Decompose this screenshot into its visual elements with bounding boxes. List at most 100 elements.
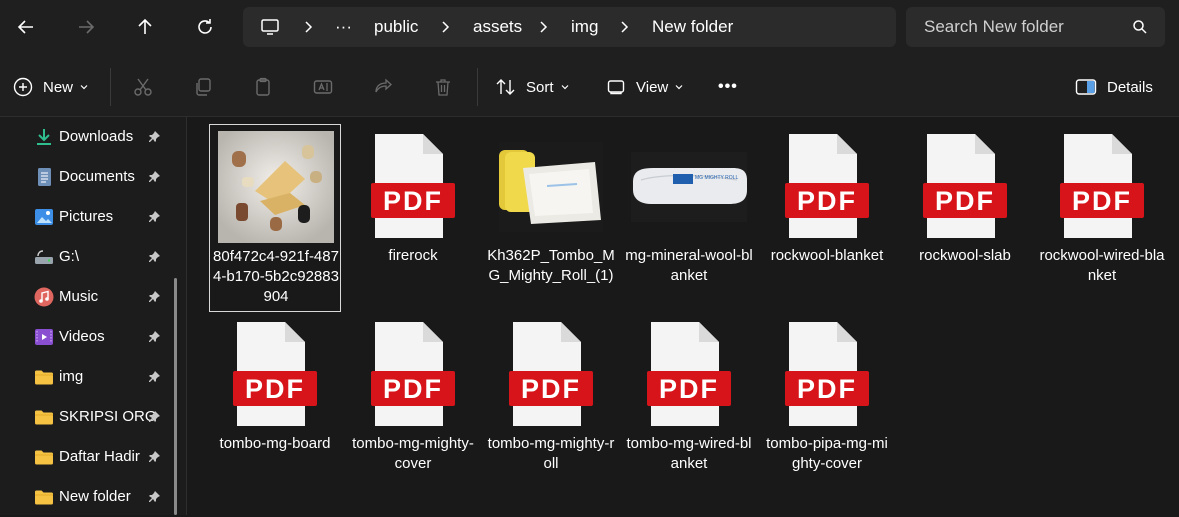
more-options-button[interactable]: ••• bbox=[718, 58, 738, 116]
more-options-icon: ••• bbox=[718, 78, 738, 95]
command-bar: New Sort View ••• Details bbox=[0, 58, 1179, 117]
pin-icon[interactable] bbox=[147, 170, 161, 184]
rename-button[interactable] bbox=[313, 58, 333, 116]
file-item[interactable]: Kh362P_Tombo_MG_Mighty_Roll_(1) bbox=[485, 124, 617, 312]
file-item[interactable]: PDF tombo-mg-mighty-cover bbox=[347, 312, 479, 500]
sidebar-item-new-folder[interactable]: New folder bbox=[0, 477, 176, 517]
new-label: New bbox=[43, 78, 74, 96]
new-button[interactable]: New bbox=[13, 58, 89, 116]
svg-text:PDF: PDF bbox=[797, 186, 857, 216]
drive-icon bbox=[35, 250, 53, 264]
pin-icon[interactable] bbox=[147, 250, 161, 264]
breadcrumb-overflow[interactable]: ··· bbox=[335, 7, 352, 47]
back-button[interactable] bbox=[6, 7, 46, 47]
file-item[interactable]: PDF rockwool-blanket bbox=[761, 124, 893, 312]
svg-text:PDF: PDF bbox=[383, 186, 443, 216]
view-button[interactable]: View bbox=[606, 58, 684, 116]
cut-button[interactable] bbox=[133, 58, 153, 116]
breadcrumb-img[interactable]: img bbox=[571, 7, 598, 47]
chevron-down-icon bbox=[675, 85, 683, 90]
up-button[interactable] bbox=[125, 7, 165, 47]
sidebar-item-label: img bbox=[59, 368, 84, 385]
folder-icon bbox=[35, 450, 53, 465]
sidebar-item-pictures[interactable]: Pictures bbox=[0, 197, 176, 237]
file-item[interactable]: PDF tombo-mg-mighty-roll bbox=[485, 312, 617, 500]
sort-label: Sort bbox=[526, 78, 554, 96]
search-box[interactable]: Search New folder bbox=[906, 7, 1165, 47]
svg-text:PDF: PDF bbox=[245, 374, 305, 404]
back-arrow-icon bbox=[17, 20, 33, 34]
file-item[interactable]: PDF tombo-pipa-mg-mighty-cover bbox=[761, 312, 893, 500]
file-name: Kh362P_Tombo_MG_Mighty_Roll_(1) bbox=[487, 247, 615, 284]
sidebar-item-skripsi-org[interactable]: SKRIPSI ORG bbox=[0, 397, 176, 437]
sort-icon bbox=[496, 79, 515, 95]
file-item[interactable]: PDF rockwool-slab bbox=[899, 124, 1031, 312]
file-name: rockwool-blanket bbox=[770, 247, 884, 264]
file-name: rockwool-wired-blanket bbox=[1039, 247, 1165, 284]
sidebar-item-g-drive[interactable]: G:\ bbox=[0, 237, 176, 277]
image-thumbnail bbox=[499, 142, 603, 232]
sidebar-item-label: G:\ bbox=[59, 248, 80, 265]
file-item[interactable]: PDF tombo-mg-wired-blanket bbox=[623, 312, 755, 500]
breadcrumb-public[interactable]: public bbox=[374, 7, 418, 47]
download-icon bbox=[37, 129, 51, 145]
file-name: rockwool-slab bbox=[919, 247, 1011, 264]
sidebar-item-downloads[interactable]: Downloads bbox=[0, 117, 176, 157]
pdf-file-icon: PDF bbox=[785, 134, 869, 238]
navigation-bar: ··· public assets img New folder Search … bbox=[0, 0, 1179, 58]
file-name: tombo-mg-wired-blanket bbox=[626, 435, 752, 472]
music-icon bbox=[34, 287, 54, 307]
file-name: tombo-mg-board bbox=[219, 435, 331, 452]
copy-button[interactable] bbox=[193, 58, 213, 116]
folder-icon bbox=[35, 410, 53, 425]
svg-text:PDF: PDF bbox=[1072, 186, 1132, 216]
file-item[interactable]: 80f472c4-921f-4874-b170-5b2c92883904 bbox=[209, 124, 341, 312]
pdf-file-icon: PDF bbox=[923, 134, 1007, 238]
pin-icon[interactable] bbox=[147, 410, 161, 424]
sidebar-item-daftar-hadir[interactable]: Daftar Hadir bbox=[0, 437, 176, 477]
pin-icon[interactable] bbox=[147, 290, 161, 304]
videos-icon bbox=[35, 329, 53, 345]
chevron-down-icon bbox=[80, 85, 88, 90]
pin-icon[interactable] bbox=[147, 490, 161, 504]
pin-icon[interactable] bbox=[147, 450, 161, 464]
file-name: tombo-pipa-mg-mighty-cover bbox=[766, 435, 888, 472]
search-input[interactable]: Search New folder bbox=[924, 7, 1064, 47]
file-item[interactable]: PDF tombo-mg-board bbox=[209, 312, 341, 500]
svg-text:PDF: PDF bbox=[797, 374, 857, 404]
pin-icon[interactable] bbox=[147, 370, 161, 384]
sidebar-item-label: Pictures bbox=[59, 208, 114, 225]
file-name: tombo-mg-mighty-cover bbox=[352, 435, 474, 472]
sidebar-scrollbar[interactable] bbox=[174, 278, 177, 515]
folder-icon bbox=[35, 490, 53, 505]
refresh-button[interactable] bbox=[185, 7, 225, 47]
pin-icon[interactable] bbox=[147, 330, 161, 344]
delete-button[interactable] bbox=[433, 58, 453, 116]
sidebar-item-videos[interactable]: Videos bbox=[0, 317, 176, 357]
pin-icon[interactable] bbox=[147, 210, 161, 224]
paste-button[interactable] bbox=[253, 58, 273, 116]
breadcrumb-new-folder[interactable]: New folder bbox=[652, 7, 733, 47]
file-name: tombo-mg-mighty-roll bbox=[487, 435, 615, 472]
svg-text:PDF: PDF bbox=[521, 374, 581, 404]
pin-icon[interactable] bbox=[147, 130, 161, 144]
address-bar[interactable]: ··· public assets img New folder bbox=[243, 7, 896, 47]
details-button[interactable]: Details bbox=[1075, 58, 1153, 116]
sort-button[interactable]: Sort bbox=[495, 58, 570, 116]
sidebar-item-img[interactable]: img bbox=[0, 357, 176, 397]
breadcrumb-assets[interactable]: assets bbox=[473, 7, 522, 47]
view-label: View bbox=[636, 78, 669, 96]
file-item[interactable]: MG MIGHTY ROLL mg-mineral-wool-blanket bbox=[623, 124, 755, 312]
scissors-icon bbox=[134, 78, 152, 96]
search-icon bbox=[1133, 20, 1147, 34]
forward-button[interactable] bbox=[66, 7, 106, 47]
pdf-file-icon: PDF bbox=[647, 322, 731, 426]
clipboard-icon bbox=[256, 77, 270, 96]
sidebar-item-music[interactable]: Music bbox=[0, 277, 176, 317]
share-button[interactable] bbox=[373, 58, 393, 116]
sidebar-item-documents[interactable]: Documents bbox=[0, 157, 176, 197]
chevron-right-icon bbox=[540, 21, 548, 33]
file-item[interactable]: PDF firerock bbox=[347, 124, 479, 312]
file-item[interactable]: PDF rockwool-wired-blanket bbox=[1036, 124, 1168, 312]
sidebar-item-label: Documents bbox=[59, 168, 135, 185]
